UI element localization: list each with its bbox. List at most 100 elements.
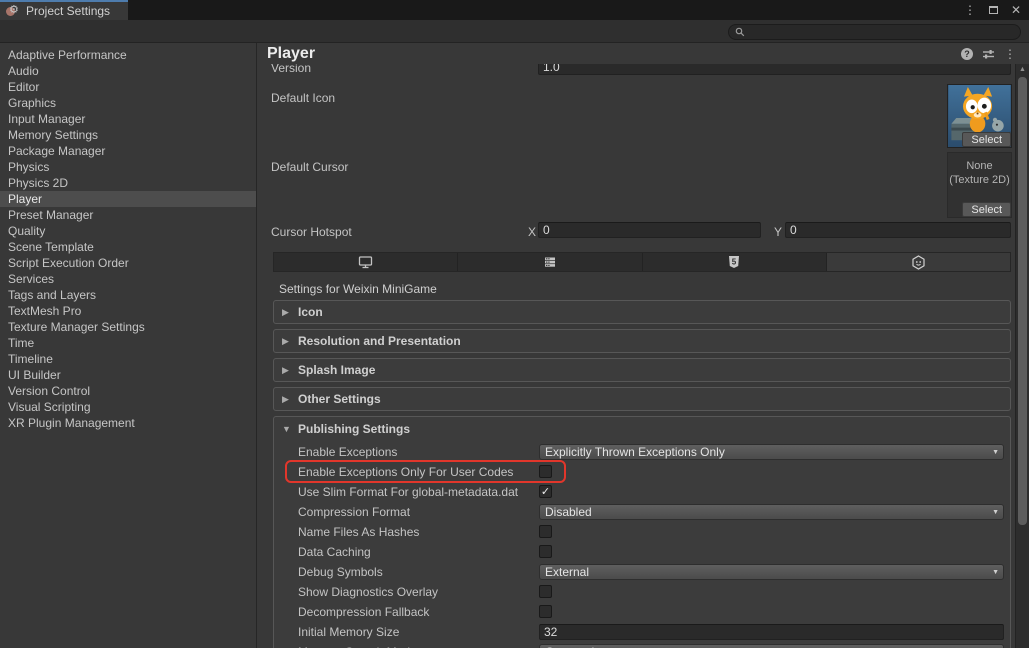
show-diagnostics-overlay-checkbox[interactable] bbox=[539, 585, 552, 598]
row-debug-symbols: Debug Symbols External ▼ bbox=[274, 562, 1010, 582]
initial-memory-size-field[interactable] bbox=[539, 624, 1004, 640]
sidebar-item-input-manager[interactable]: Input Manager bbox=[0, 111, 256, 127]
field-label: Name Files As Hashes bbox=[298, 522, 419, 542]
use-slim-format-checkbox[interactable]: ✓ bbox=[539, 485, 552, 498]
debug-symbols-dropdown[interactable]: External ▼ bbox=[539, 564, 1004, 580]
html5-icon: 5 bbox=[727, 255, 741, 269]
default-cursor-select-button[interactable]: Select bbox=[962, 202, 1011, 217]
chevron-right-icon: ▶ bbox=[282, 336, 292, 347]
sidebar-item-adaptive-performance[interactable]: Adaptive Performance bbox=[0, 47, 256, 63]
monitor-icon bbox=[358, 255, 373, 269]
chevron-right-icon: ▶ bbox=[282, 365, 292, 376]
compression-format-dropdown[interactable]: Disabled ▼ bbox=[539, 504, 1004, 520]
section-publishing-settings: ▼ Publishing Settings Enable Exceptions … bbox=[273, 416, 1011, 648]
vertical-scrollbar[interactable]: ▲ ▼ bbox=[1015, 64, 1029, 648]
chevron-down-icon: ▼ bbox=[992, 509, 999, 517]
presets-icon[interactable] bbox=[982, 48, 995, 60]
sidebar-item-textmesh-pro[interactable]: TextMesh Pro bbox=[0, 303, 256, 319]
enable-exceptions-dropdown[interactable]: Explicitly Thrown Exceptions Only ▼ bbox=[539, 444, 1004, 460]
platform-tab-weixin-minigame[interactable] bbox=[827, 253, 1010, 271]
project-settings-icon: ⚙ bbox=[6, 4, 21, 18]
page-title: Player bbox=[267, 44, 315, 64]
name-files-as-hashes-checkbox[interactable] bbox=[539, 525, 552, 538]
row-initial-memory-size: Initial Memory Size bbox=[274, 622, 1010, 642]
platform-tab-standalone[interactable] bbox=[274, 253, 458, 271]
field-label: Initial Memory Size bbox=[298, 622, 399, 642]
default-icon-select-button[interactable]: Select bbox=[962, 132, 1011, 147]
window-controls: ⋮ ✕ bbox=[964, 0, 1021, 20]
field-label: Memory Growth Mode bbox=[298, 642, 417, 648]
sidebar-item-audio[interactable]: Audio bbox=[0, 63, 256, 79]
field-label: Debug Symbols bbox=[298, 562, 383, 582]
publishing-settings-header[interactable]: ▼ Publishing Settings bbox=[274, 417, 1010, 441]
section-icon[interactable]: ▶ Icon bbox=[273, 300, 1011, 324]
panel-header: Player ? ⋮ bbox=[257, 43, 1029, 64]
sidebar-item-timeline[interactable]: Timeline bbox=[0, 351, 256, 367]
search-box[interactable] bbox=[728, 24, 1021, 40]
sidebar-item-editor[interactable]: Editor bbox=[0, 79, 256, 95]
sidebar-item-ui-builder[interactable]: UI Builder bbox=[0, 367, 256, 383]
sidebar-item-player[interactable]: Player bbox=[0, 191, 256, 207]
maximize-icon[interactable] bbox=[989, 6, 998, 14]
platform-tab-webgl[interactable]: 5 bbox=[643, 253, 827, 271]
sidebar-item-visual-scripting[interactable]: Visual Scripting bbox=[0, 399, 256, 415]
sidebar-item-scene-template[interactable]: Scene Template bbox=[0, 239, 256, 255]
sidebar-item-preset-manager[interactable]: Preset Manager bbox=[0, 207, 256, 223]
red-highlight-box bbox=[285, 460, 566, 483]
field-label: Show Diagnostics Overlay bbox=[298, 582, 438, 602]
sidebar-item-script-execution-order[interactable]: Script Execution Order bbox=[0, 255, 256, 271]
platform-tabstrip: 5 bbox=[273, 252, 1011, 272]
row-data-caching: Data Caching bbox=[274, 542, 1010, 562]
hotspot-x-field[interactable] bbox=[538, 222, 761, 238]
sidebar-item-tags-and-layers[interactable]: Tags and Layers bbox=[0, 287, 256, 303]
sidebar-item-version-control[interactable]: Version Control bbox=[0, 383, 256, 399]
sidebar-item-services[interactable]: Services bbox=[0, 271, 256, 287]
memory-growth-mode-dropdown[interactable]: Geometric ▼ bbox=[539, 644, 1004, 648]
scroll-up-icon[interactable]: ▲ bbox=[1016, 66, 1029, 73]
data-caching-checkbox[interactable] bbox=[539, 545, 552, 558]
sidebar-item-xr-plugin-management[interactable]: XR Plugin Management bbox=[0, 415, 256, 431]
row-use-slim-format: Use Slim Format For global-metadata.dat … bbox=[274, 482, 1010, 502]
default-cursor-thumbnail[interactable]: None (Texture 2D) Select bbox=[947, 152, 1012, 218]
header-icons: ? ⋮ bbox=[961, 48, 1016, 60]
section-resolution-and-presentation[interactable]: ▶ Resolution and Presentation bbox=[273, 329, 1011, 353]
field-label: Compression Format bbox=[298, 502, 410, 522]
search-input[interactable] bbox=[745, 26, 1014, 38]
section-other-settings[interactable]: ▶ Other Settings bbox=[273, 387, 1011, 411]
sidebar-item-quality[interactable]: Quality bbox=[0, 223, 256, 239]
row-name-files-as-hashes: Name Files As Hashes bbox=[274, 522, 1010, 542]
section-label: Resolution and Presentation bbox=[298, 334, 461, 348]
chevron-down-icon: ▼ bbox=[992, 449, 999, 457]
decompression-fallback-checkbox[interactable] bbox=[539, 605, 552, 618]
svg-text:5: 5 bbox=[732, 258, 737, 267]
sidebar-item-package-manager[interactable]: Package Manager bbox=[0, 143, 256, 159]
row-decompression-fallback: Decompression Fallback bbox=[274, 602, 1010, 622]
version-field[interactable] bbox=[538, 64, 1011, 75]
sidebar-item-memory-settings[interactable]: Memory Settings bbox=[0, 127, 256, 143]
sidebar-item-physics-2d[interactable]: Physics 2D bbox=[0, 175, 256, 191]
hotspot-y-label: Y bbox=[774, 224, 782, 240]
section-splash-image[interactable]: ▶ Splash Image bbox=[273, 358, 1011, 382]
row-enable-exceptions: Enable Exceptions Explicitly Thrown Exce… bbox=[274, 442, 1010, 462]
default-icon-thumbnail[interactable]: Select bbox=[947, 84, 1012, 148]
tab-project-settings[interactable]: ⚙ Project Settings bbox=[0, 0, 128, 20]
row-show-diagnostics-overlay: Show Diagnostics Overlay bbox=[274, 582, 1010, 602]
platform-tab-dedicated-server[interactable] bbox=[458, 253, 642, 271]
scroll-content: Version Default Icon bbox=[257, 64, 1015, 648]
default-icon-label: Default Icon bbox=[271, 90, 335, 106]
row-memory-growth-mode: Memory Growth Mode Geometric ▼ bbox=[274, 642, 1010, 648]
sidebar-item-texture-manager-settings[interactable]: Texture Manager Settings bbox=[0, 319, 256, 335]
window-menu-icon[interactable]: ⋮ bbox=[964, 0, 976, 20]
more-options-icon[interactable]: ⋮ bbox=[1004, 48, 1016, 60]
sidebar-item-physics[interactable]: Physics bbox=[0, 159, 256, 175]
settings-sidebar: Adaptive Performance Audio Editor Graphi… bbox=[0, 43, 256, 648]
scrollbar-thumb[interactable] bbox=[1018, 77, 1027, 525]
settings-for-label: Settings for Weixin MiniGame bbox=[279, 282, 437, 296]
close-icon[interactable]: ✕ bbox=[1011, 0, 1021, 20]
toolbar bbox=[0, 20, 1029, 43]
sidebar-item-time[interactable]: Time bbox=[0, 335, 256, 351]
hotspot-y-field[interactable] bbox=[785, 222, 1011, 238]
sidebar-item-graphics[interactable]: Graphics bbox=[0, 95, 256, 111]
help-icon[interactable]: ? bbox=[961, 48, 973, 60]
cursor-hotspot-label: Cursor Hotspot bbox=[271, 224, 352, 240]
